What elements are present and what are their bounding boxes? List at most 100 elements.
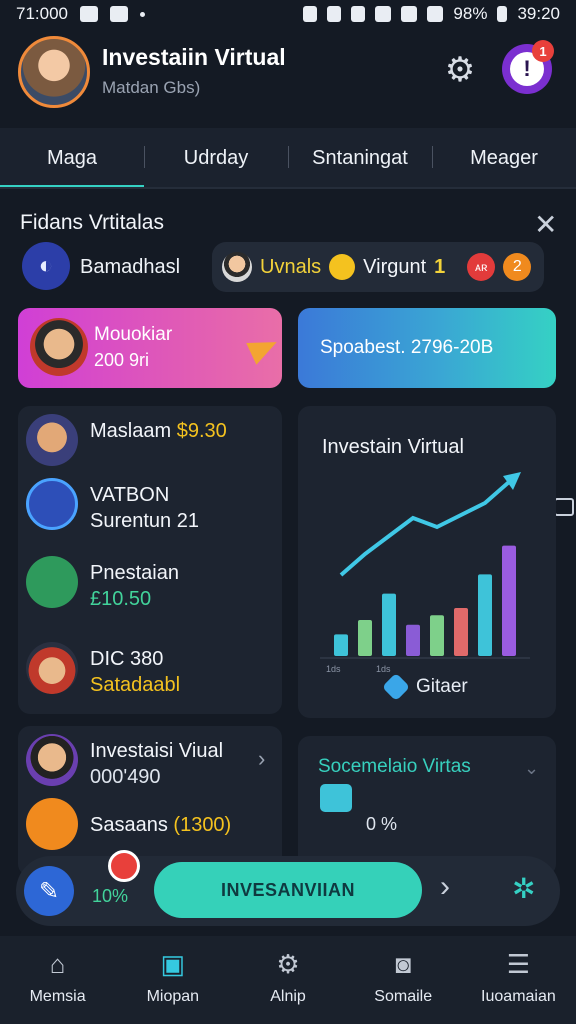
notification-button[interactable]: ! 1: [502, 40, 554, 94]
network-icon[interactable]: ✲: [512, 872, 535, 905]
emoji-icon: [329, 254, 356, 280]
edit-icon[interactable]: ✎: [24, 866, 74, 916]
bolt-icon: [26, 798, 78, 850]
app-title: Investaiin Virtual: [102, 44, 286, 70]
document-icon: [320, 784, 352, 812]
list-item-title: VATBON: [90, 484, 170, 506]
list-item-title: Investaisi Viual: [90, 740, 224, 762]
chart-legend[interactable]: Gitaer: [381, 672, 468, 702]
section-title: Fidans Vrtitalas: [20, 211, 164, 234]
refresh-icon: [26, 478, 78, 530]
alarm-icon: [351, 6, 366, 22]
status-card[interactable]: Socemelaio Virtas ⌄ 0 %: [298, 736, 556, 876]
status-bar: 71:000 98% 39:20: [0, 0, 576, 28]
list-item[interactable]: DIC 380 Satadaabl: [26, 642, 276, 702]
action-percent: 10%: [92, 886, 129, 906]
list-item[interactable]: Sasaans (1300): [26, 798, 276, 858]
list-item-value: £10.50: [90, 588, 152, 610]
list-item-value: Surentun 21: [90, 510, 199, 532]
mail-icon: [110, 6, 128, 22]
nav-label: Miopan: [146, 988, 200, 1005]
status-card-title: Socemelaio Virtas: [318, 756, 471, 777]
promo-card-pink[interactable]: Mouokiar 200 9ri: [18, 308, 282, 388]
signal-icon: [375, 6, 392, 22]
promo-name: Mouokiar: [94, 324, 173, 345]
vibrate-icon: [303, 6, 318, 22]
chart-bar: [454, 608, 468, 656]
sync-icon: [327, 6, 342, 22]
status-clock: 39:20: [517, 4, 560, 23]
nav-item-home[interactable]: ⌂ Memsia: [0, 936, 115, 1024]
diamond-icon: [381, 672, 411, 702]
status-pill[interactable]: Uvnals Virgunt 1 ᴀʀ 2: [212, 242, 544, 292]
wifi-icon: [401, 6, 418, 22]
status-card-percent: 0 %: [366, 814, 398, 834]
card-icon[interactable]: [554, 498, 574, 516]
nav-label: Iuoamaian: [481, 988, 556, 1005]
record-badge-icon: [108, 850, 140, 882]
red-badge-icon: ᴀʀ: [467, 253, 496, 281]
close-icon[interactable]: ✕: [534, 208, 557, 241]
tab-meager[interactable]: Meager: [432, 128, 576, 188]
profile-avatar[interactable]: [18, 36, 90, 108]
dot-icon: [140, 11, 145, 17]
phone-icon[interactable]: ◐: [22, 242, 70, 290]
header: Investaiin Virtual Matdan Gbs) ⚙ ! 1: [0, 28, 576, 124]
pill-text-2: Virgunt: [363, 255, 427, 278]
list-item[interactable]: Investaisi Viual 000'490 ›: [26, 734, 276, 794]
nav-item-settings[interactable]: ⚙ Alnip: [230, 936, 345, 1024]
settings-gear-icon[interactable]: ⚙: [440, 50, 480, 90]
chart-bar: [334, 634, 348, 656]
chip-label: Bamadhasl: [80, 256, 181, 278]
signal2-icon: [427, 6, 444, 22]
user-avatar: [26, 642, 78, 694]
legend-label: Gitaer: [416, 676, 468, 697]
user-avatar: [26, 414, 78, 466]
chart-panel: Investain Virtual 1ds 1ds Gitaer: [298, 406, 556, 718]
x-tick-label: 1ds: [376, 664, 391, 674]
nav-item-card[interactable]: ▣ Miopan: [115, 936, 230, 1024]
chevron-right-icon[interactable]: ›: [258, 746, 265, 772]
tab-sntaningat[interactable]: Sntaningat: [288, 128, 432, 188]
chart-bar: [478, 574, 492, 656]
promo-teal-label: Spoabest. 2796-20B: [320, 337, 494, 358]
chart-bar: [430, 615, 444, 656]
chart-bar: [502, 545, 516, 656]
list-item[interactable]: Maslaam $9.30: [26, 414, 276, 474]
list-item[interactable]: VATBON Surentun 21: [26, 478, 276, 538]
bottom-nav: ⌂ Memsia ▣ Miopan ⚙ Alnip ◙ Somaile ☰ Iu…: [0, 936, 576, 1024]
secondary-list-panel: Investaisi Viual 000'490 › Sasaans (1300…: [18, 726, 282, 876]
user-face-icon: [222, 252, 252, 282]
promo-card-teal[interactable]: Spoabest. 2796-20B: [298, 308, 556, 388]
orange-badge: 2: [503, 253, 532, 281]
home-icon: ⌂: [49, 948, 66, 979]
list-item-title: DIC 380: [90, 648, 164, 670]
gear-icon: ⚙: [276, 948, 300, 979]
notification-badge: 1: [532, 40, 554, 62]
tab-udrday[interactable]: Udrday: [144, 128, 288, 188]
list-item-title: Pnestaian: [90, 562, 179, 584]
invest-button[interactable]: INVESANVIIAN: [154, 862, 422, 918]
promo-value: 200 9ri: [94, 350, 150, 370]
card-icon: ▣: [160, 948, 186, 979]
list-item[interactable]: Pnestaian £10.50: [26, 556, 276, 616]
pill-number: 1: [434, 255, 446, 278]
list-item-title: Maslaam $9.30: [90, 420, 227, 442]
nav-label: Somaile: [374, 988, 433, 1005]
nav-item-menu[interactable]: ☰ Iuoamaian: [461, 936, 576, 1024]
user-avatar: [26, 734, 78, 786]
tab-maga[interactable]: Maga: [0, 128, 144, 188]
send-plane-icon: [246, 331, 282, 365]
list-item-value: Satadaabl: [90, 674, 181, 696]
user-avatar: [30, 318, 88, 376]
list-item-value: 000'490: [90, 766, 161, 788]
x-tick-label: 1ds: [326, 664, 341, 674]
chevron-down-icon[interactable]: ⌄: [524, 758, 539, 779]
nav-label: Alnip: [270, 988, 306, 1005]
chevron-right-icon[interactable]: ›: [440, 870, 450, 904]
nav-item-camera[interactable]: ◙ Somaile: [346, 936, 461, 1024]
battery-percent: 98%: [453, 4, 488, 23]
chip-row: ◐ Bamadhasl Uvnals Virgunt 1 ᴀʀ 2: [0, 240, 576, 516]
camera-icon: ◙: [395, 948, 412, 979]
tab-bar: Maga Udrday Sntaningat Meager: [0, 128, 576, 188]
